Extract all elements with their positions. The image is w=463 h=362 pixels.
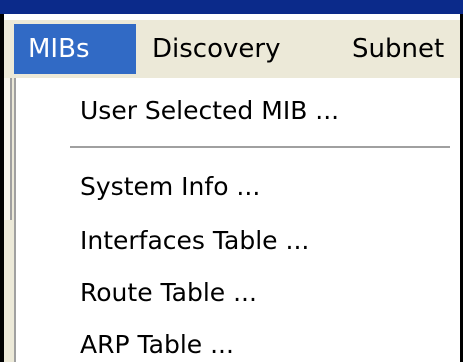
menu-separator — [70, 146, 450, 150]
menu-mibs[interactable]: MIBs — [14, 24, 136, 74]
menu-item-arp-table[interactable]: ARP Table ... — [80, 320, 234, 362]
screen: MIBs Discovery Subnet User Selected MIB … — [0, 0, 463, 362]
menu-bar: MIBs Discovery Subnet — [4, 18, 460, 78]
menu-item-user-selected-mib[interactable]: User Selected MIB ... — [80, 86, 339, 136]
menu-subnet[interactable]: Subnet — [338, 24, 463, 74]
menu-item-route-table[interactable]: Route Table ... — [80, 268, 257, 318]
menu-item-system-info[interactable]: System Info ... — [80, 162, 260, 212]
mibs-dropdown-menu: User Selected MIB ... System Info ... In… — [14, 78, 460, 362]
title-bar — [0, 0, 463, 14]
menu-item-interfaces-table[interactable]: Interfaces Table ... — [80, 216, 309, 266]
window-panel-edge — [4, 78, 12, 220]
menu-discovery[interactable]: Discovery — [138, 24, 330, 74]
